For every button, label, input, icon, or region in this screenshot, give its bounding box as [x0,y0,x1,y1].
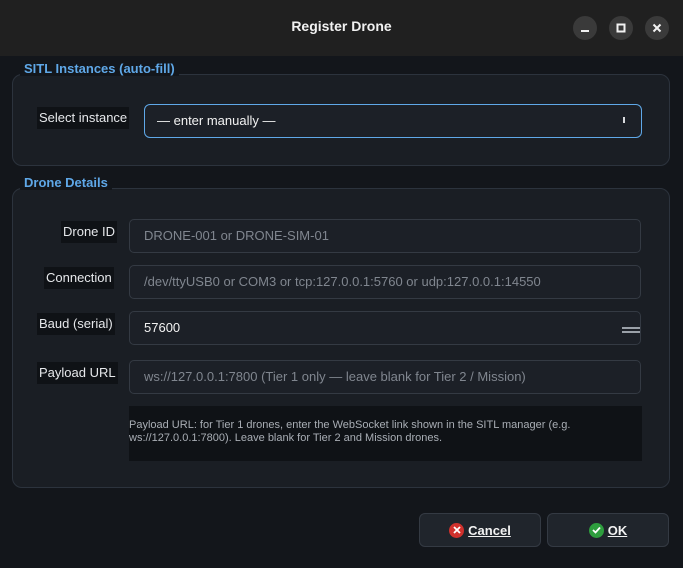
cancel-icon [449,522,465,538]
drone-id-label: Drone ID [61,221,118,243]
connection-label: Connection [44,267,114,289]
ok-label: OK [607,522,628,538]
payload-help-text: Payload URL: for Tier 1 drones, enter th… [129,406,642,461]
minimize-button[interactable] [573,16,597,40]
baud-value: 57600 [144,320,181,335]
close-icon [652,23,662,33]
maximize-button[interactable] [609,16,633,40]
dropdown-caret-icon [623,117,625,123]
payload-url-field[interactable]: ws://127.0.0.1:7800 (Tier 1 only — leave… [129,360,641,394]
baud-spinbox[interactable]: 57600 [129,311,641,345]
minimize-icon [580,23,590,33]
ok-button[interactable]: OK [547,513,669,547]
connection-field[interactable]: /dev/ttyUSB0 or COM3 or tcp:127.0.0.1:57… [129,265,641,299]
drone-id-field[interactable]: DRONE-001 or DRONE-SIM-01 [129,219,641,253]
instance-select-value: — enter manually — [157,113,276,128]
select-instance-label: Select instance [37,107,130,129]
instance-select[interactable]: — enter manually — [144,104,642,138]
baud-label: Baud (serial) [37,313,115,335]
spin-arrows-icon[interactable] [622,327,640,334]
cancel-button[interactable]: Cancel [419,513,541,547]
checkmark-icon [588,522,604,538]
close-button[interactable] [645,16,669,40]
sitl-group-title: SITL Instances (auto-fill) [20,61,179,76]
cancel-label: Cancel [468,522,511,538]
payload-url-label: Payload URL [37,362,118,384]
title-bar: Register Drone [0,0,683,56]
drone-details-title: Drone Details [20,175,112,190]
maximize-icon [616,23,626,33]
